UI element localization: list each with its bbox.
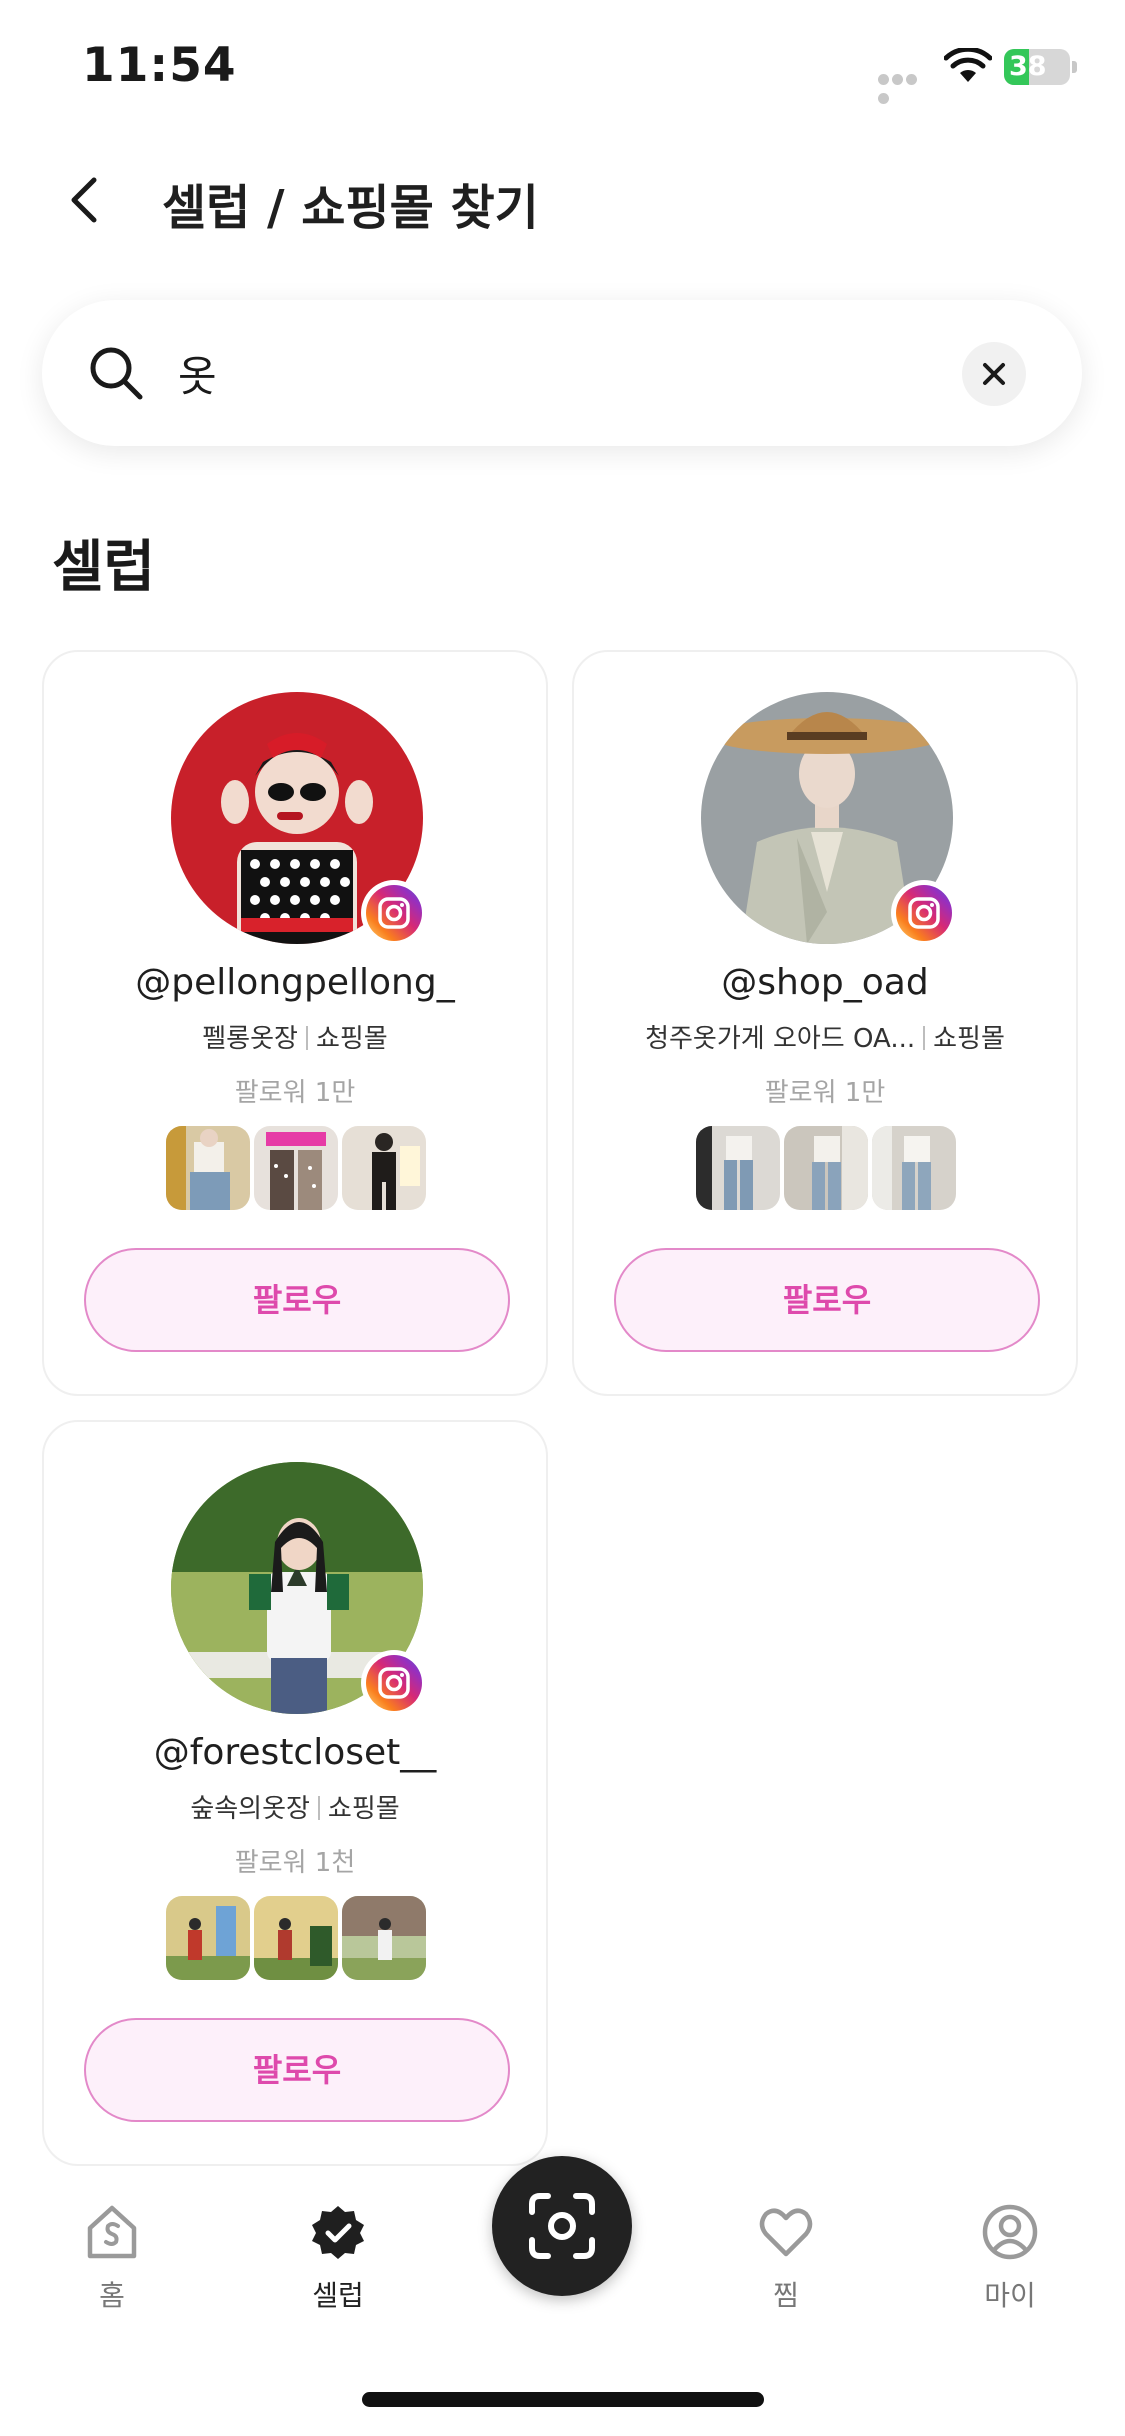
follower-count: 팔로워 1천	[234, 1848, 356, 1878]
celeb-category: 쇼핑몰	[933, 1024, 1005, 1054]
wifi-icon	[944, 48, 992, 82]
post-thumbnails	[696, 1126, 958, 1210]
follow-button[interactable]: 팔로우	[614, 1248, 1040, 1352]
back-chevron-icon[interactable]	[62, 170, 106, 230]
celeb-name: 펠롱옷장	[202, 1024, 298, 1054]
celeb-handle: @shop_oad	[721, 962, 929, 1003]
post-thumbnail[interactable]	[784, 1126, 868, 1210]
celeb-handle: @forestcloset__	[153, 1732, 437, 1773]
battery-indicator: 38	[1004, 49, 1078, 85]
avatar-container	[171, 1462, 427, 1716]
celeb-handle: @pellongpellong_	[135, 962, 455, 1003]
close-icon	[983, 363, 1005, 385]
follower-count: 팔로워 1만	[764, 1078, 886, 1108]
divider	[923, 1026, 926, 1050]
avatar-container	[171, 692, 427, 946]
search-icon	[90, 347, 143, 400]
follower-count: 팔로워 1만	[234, 1078, 356, 1108]
tab-home[interactable]: 홈	[52, 2190, 172, 2312]
camera-scan-icon	[529, 2193, 595, 2259]
celeb-subtitle: 청주옷가게 오아드 OA... 쇼핑몰	[574, 1018, 1076, 1055]
post-thumbnail[interactable]	[254, 1126, 338, 1210]
heart-icon	[759, 2208, 813, 2257]
instagram-icon	[378, 1667, 410, 1699]
divider	[305, 1026, 308, 1050]
clear-search-button[interactable]	[962, 342, 1026, 406]
celeb-card[interactable]: @pellongpellong_ 펠롱옷장 쇼핑몰 팔로워 1만 팔로우	[42, 650, 548, 1396]
post-thumbnail[interactable]	[342, 1896, 426, 1980]
post-thumbnail[interactable]	[166, 1126, 250, 1210]
celeb-category: 쇼핑몰	[315, 1024, 388, 1054]
post-thumbnails	[166, 1126, 428, 1210]
instagram-badge	[361, 880, 427, 946]
verified-badge-icon	[312, 2206, 364, 2259]
follow-button[interactable]: 팔로우	[84, 1248, 510, 1352]
instagram-icon	[908, 897, 940, 929]
search-input[interactable]	[178, 338, 958, 408]
post-thumbnail[interactable]	[166, 1896, 250, 1980]
cellular-signal-icon	[878, 70, 932, 104]
tab-my[interactable]: 마이	[950, 2190, 1070, 2312]
instagram-badge	[891, 880, 957, 946]
post-thumbnail[interactable]	[254, 1896, 338, 1980]
status-time: 11:54	[82, 38, 237, 93]
page-title: 셀럽 / 쇼핑몰 찾기	[162, 180, 539, 236]
tab-celeb[interactable]: 셀럽	[278, 2190, 398, 2312]
celeb-subtitle: 숲속의옷장 쇼핑몰	[44, 1788, 546, 1825]
search-bar	[42, 300, 1082, 446]
celeb-card[interactable]: @shop_oad 청주옷가게 오아드 OA... 쇼핑몰 팔로워 1만 팔로우	[572, 650, 1078, 1396]
celeb-category: 쇼핑몰	[327, 1794, 400, 1824]
tab-wishlist[interactable]: 찜	[726, 2190, 846, 2312]
home-indicator	[362, 2392, 764, 2407]
instagram-icon	[378, 897, 410, 929]
camera-scan-button[interactable]	[492, 2156, 632, 2296]
post-thumbnail[interactable]	[872, 1126, 956, 1210]
status-bar: 11:54 38	[0, 0, 1125, 140]
post-thumbnail[interactable]	[696, 1126, 780, 1210]
tab-label: 홈	[99, 2279, 125, 2312]
user-circle-icon	[982, 2204, 1038, 2260]
post-thumbnails	[166, 1896, 428, 1980]
tab-label: 셀럽	[312, 2279, 364, 2312]
instagram-badge	[361, 1650, 427, 1716]
celeb-card[interactable]: @forestcloset__ 숲속의옷장 쇼핑몰 팔로워 1천 팔로우	[42, 1420, 548, 2166]
avatar-container	[701, 692, 957, 946]
tab-label: 마이	[984, 2279, 1036, 2312]
follow-button[interactable]: 팔로우	[84, 2018, 510, 2122]
celeb-subtitle: 펠롱옷장 쇼핑몰	[44, 1018, 546, 1055]
divider	[317, 1796, 320, 1820]
section-title: 셀럽	[52, 535, 156, 600]
post-thumbnail[interactable]	[342, 1126, 426, 1210]
page-header: 셀럽 / 쇼핑몰 찾기	[0, 150, 1125, 250]
home-icon	[87, 2205, 137, 2259]
tab-label: 찜	[773, 2279, 799, 2312]
celeb-name: 숲속의옷장	[190, 1794, 310, 1824]
battery-percent: 38	[1009, 51, 1047, 82]
celeb-name: 청주옷가게 오아드 OA...	[645, 1024, 916, 1054]
